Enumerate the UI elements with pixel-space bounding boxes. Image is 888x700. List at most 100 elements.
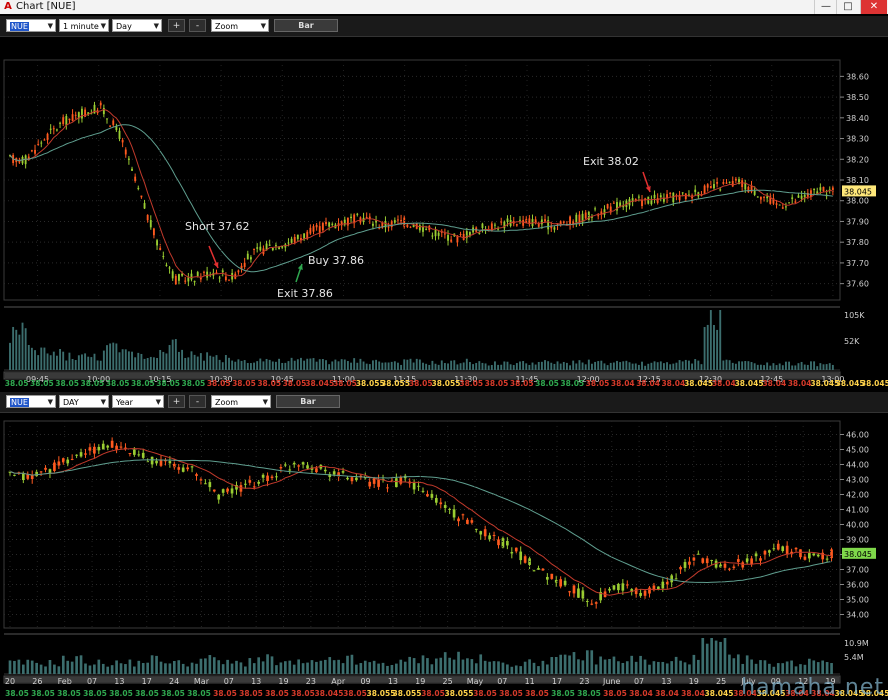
interval-select[interactable]: DAY ▼ [59, 395, 109, 408]
volume-bar [21, 322, 24, 370]
maximize-button[interactable]: □ [836, 0, 859, 14]
volume-bar [738, 361, 740, 370]
volume-bar [603, 363, 606, 370]
volume-bar [525, 363, 528, 370]
volume-bar [559, 363, 562, 370]
volume-bar [490, 365, 493, 370]
volume-bar [353, 358, 356, 370]
volume-bar [368, 662, 372, 674]
candle [279, 467, 283, 469]
symbol-select[interactable]: NUE ▼ [6, 19, 56, 32]
volume-bar [240, 360, 243, 370]
volume-bar [800, 361, 803, 370]
volume-bar [821, 660, 825, 674]
moving-average-slow [9, 459, 832, 584]
candle [109, 125, 112, 127]
volume-bar [164, 663, 167, 674]
volume-bar [794, 666, 798, 674]
chart-style-button[interactable]: Bar [276, 395, 340, 408]
candle [57, 461, 61, 466]
time-tick-label: 25 [443, 677, 453, 686]
volume-bar [768, 663, 771, 674]
zoom-in-button[interactable]: + [168, 19, 185, 32]
volume-bar [387, 362, 390, 370]
daily-chart-pane: NUE ▼ DAY ▼ Year ▼ + - Zoom ▼ Bar 46.00 45.00… [0, 392, 888, 700]
volume-bar [506, 664, 509, 674]
last-price-label: 38.045 [844, 550, 872, 559]
candle [196, 272, 199, 276]
quote-strip-value: 38.055 [393, 689, 422, 698]
zoom-out-button[interactable]: - [189, 395, 206, 408]
volume-bar [674, 656, 678, 674]
volume-bar [287, 361, 290, 370]
candle [514, 547, 518, 552]
volume-bar [30, 347, 33, 370]
volume-bar [278, 358, 281, 370]
candle [101, 443, 105, 450]
volume-bar [706, 324, 709, 370]
zoom-out-button[interactable]: - [189, 19, 206, 32]
candle [71, 114, 74, 121]
close-button[interactable]: ✕ [860, 0, 887, 14]
volume-bar [788, 361, 791, 370]
volume-bar [70, 661, 74, 674]
minimize-button[interactable]: — [814, 0, 837, 14]
quote-strip-value: 38.05 [207, 379, 231, 388]
candle [481, 223, 484, 228]
volume-bar [688, 360, 690, 370]
chart-style-button[interactable]: Bar [274, 19, 338, 32]
candle [662, 198, 665, 202]
exit-annotation-2: Exit 38.02 [583, 155, 639, 168]
volume-bar [803, 364, 806, 370]
candle [457, 518, 460, 522]
volume-bar [439, 657, 443, 674]
range-select[interactable]: Year ▼ [112, 395, 164, 408]
volume-bar [514, 665, 518, 674]
interval-select[interactable]: 1 minute ▼ [59, 19, 109, 32]
volume-bar [375, 359, 378, 370]
candle [221, 270, 224, 273]
zoom-select[interactable]: Zoom ▼ [211, 395, 271, 408]
candle [44, 467, 47, 470]
volume-bar [323, 659, 327, 674]
intraday-chart[interactable]: 38.60 38.50 38.40 38.30 38.20 38.10 38.00 37.90… [0, 36, 888, 388]
quote-strip-value: 38.04 [681, 689, 705, 698]
price-panel-frame [3, 420, 841, 629]
quote-strip-value: 38.045 [315, 689, 344, 698]
zoom-select[interactable]: Zoom ▼ [211, 19, 269, 32]
volume-bar [378, 361, 381, 370]
zoom-in-button[interactable]: + [168, 395, 185, 408]
candle [562, 221, 565, 223]
volume-bar [12, 326, 15, 370]
candle [204, 483, 207, 485]
volume-bar [648, 664, 651, 674]
volume-bar [30, 660, 34, 674]
volume-bar [528, 659, 531, 674]
volume-bar [697, 360, 700, 370]
daily-chart[interactable]: 46.00 45.00 44.00 43.00 42.00 41.00 40.00 39.00… [0, 412, 888, 700]
candle [55, 129, 58, 131]
candle [672, 192, 675, 203]
price-tick-label: 37.00 [846, 566, 869, 575]
volume-bar [355, 664, 358, 674]
volume-bar [124, 349, 127, 370]
volume-bar [190, 662, 194, 674]
volume-bar [133, 666, 136, 674]
volume-bar [775, 365, 778, 370]
time-tick-label: 25 [716, 677, 726, 686]
candle [296, 234, 299, 239]
candle [637, 196, 640, 198]
chevron-down-icon: ▼ [47, 22, 53, 30]
volume-bar [597, 361, 600, 370]
volume-bar [679, 660, 682, 674]
volume-bar [17, 659, 21, 674]
candle [297, 465, 300, 467]
symbol-select[interactable]: NUE ▼ [6, 395, 56, 408]
range-select[interactable]: Day ▼ [112, 19, 162, 32]
candle [506, 218, 509, 222]
candle [328, 222, 331, 227]
volume-bar [243, 360, 246, 370]
volume-bar [565, 362, 568, 370]
volume-bar [634, 661, 638, 674]
candle [648, 587, 651, 594]
